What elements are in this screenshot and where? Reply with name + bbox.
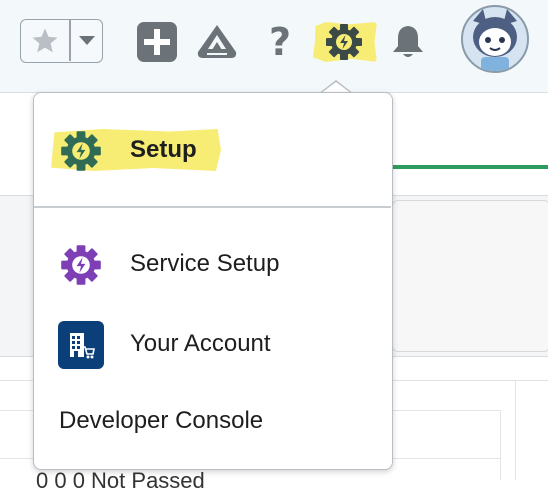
guidance-center-button[interactable] — [195, 20, 239, 64]
gear-bolt-icon — [326, 24, 362, 60]
gear-bolt-icon — [61, 131, 101, 171]
setup-gear-icon-wrap — [58, 128, 104, 174]
menu-item-your-account[interactable]: Your Account — [34, 316, 394, 372]
service-setup-icon-wrap — [58, 242, 104, 288]
your-account-icon-wrap — [58, 321, 104, 369]
setup-menu: Setup Service Setup Your Account Develop… — [33, 92, 393, 470]
menu-divider — [34, 206, 391, 208]
background-status-text: 0 0 0 Not Passed — [36, 468, 205, 493]
user-avatar-button[interactable] — [461, 5, 529, 73]
setup-button[interactable] — [322, 20, 366, 64]
trailhead-icon — [197, 25, 237, 58]
background-column-divider — [515, 380, 516, 480]
global-actions-button[interactable] — [135, 20, 179, 64]
building-icon — [58, 321, 104, 369]
menu-item-label: Setup — [130, 136, 197, 163]
favorites-group — [20, 19, 103, 63]
global-header: ? — [0, 0, 548, 93]
notifications-button[interactable] — [386, 20, 430, 64]
favorites-menu-button[interactable] — [71, 20, 102, 61]
menu-item-label: Your Account — [130, 330, 271, 357]
background-card — [392, 200, 548, 352]
favorite-star-button[interactable] — [21, 20, 69, 61]
plus-icon — [137, 22, 177, 62]
menu-item-setup[interactable]: Setup — [34, 122, 394, 178]
menu-item-label: Service Setup — [130, 250, 280, 277]
bell-icon — [393, 26, 423, 57]
help-button[interactable]: ? — [258, 20, 302, 64]
help-icon: ? — [268, 20, 292, 64]
gear-bolt-icon — [61, 245, 101, 285]
menu-item-developer-console[interactable]: Developer Console — [34, 393, 394, 449]
chevron-down-icon — [78, 35, 95, 45]
avatar-icon — [473, 9, 517, 71]
background-column-divider — [500, 410, 501, 480]
star-icon — [32, 28, 58, 52]
menu-item-service-setup[interactable]: Service Setup — [34, 236, 394, 292]
background-accent-line — [392, 165, 548, 169]
menu-item-label: Developer Console — [59, 407, 264, 434]
